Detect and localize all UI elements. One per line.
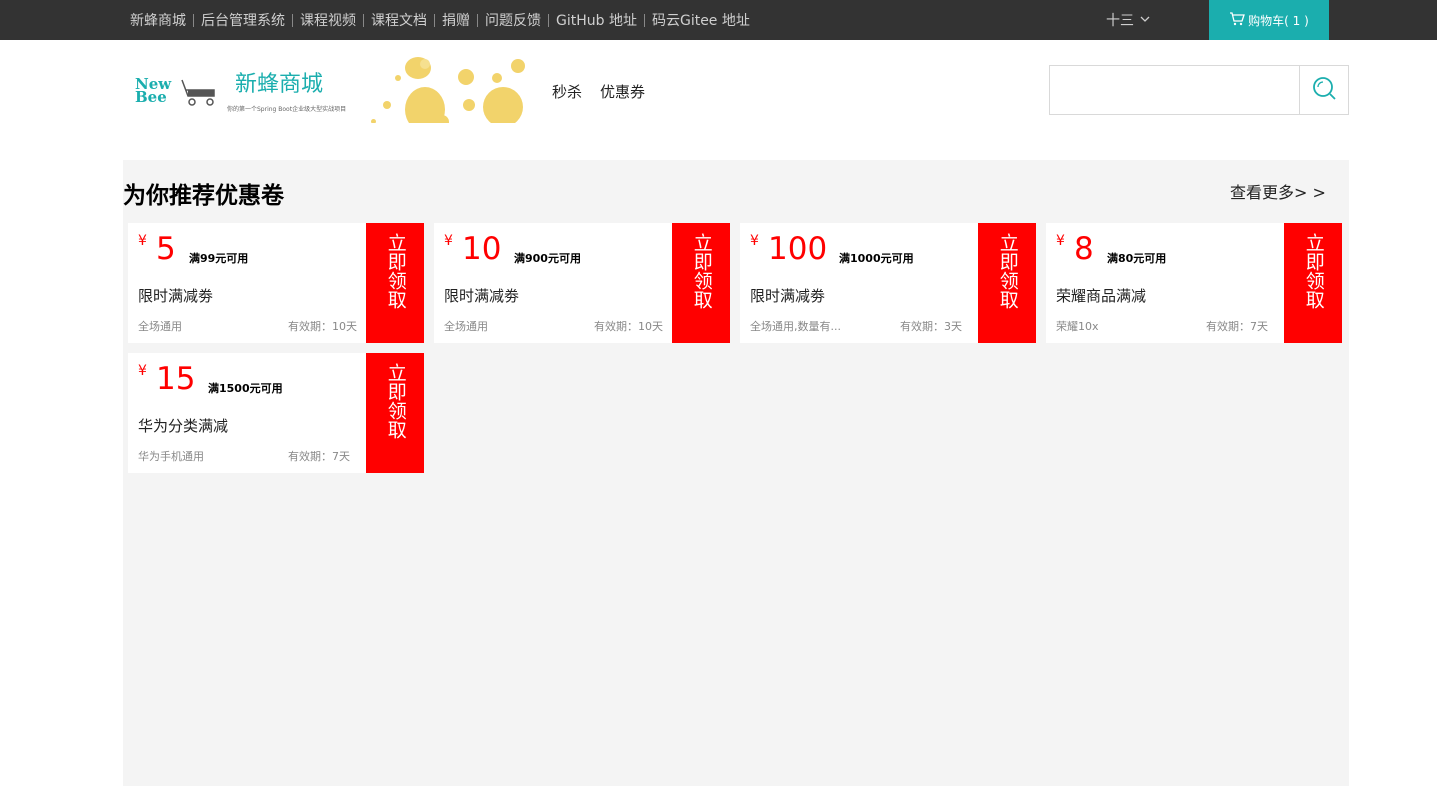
- chevron-down-icon: [1140, 15, 1150, 26]
- currency-symbol: ¥: [138, 363, 147, 379]
- coupon-validity: 有效期：7天: [1206, 320, 1268, 333]
- divider: [434, 13, 435, 27]
- topnav-admin-link[interactable]: 后台管理系统: [201, 10, 285, 30]
- coupon-scope: 全场通用: [138, 320, 182, 333]
- cart-icon: [1229, 11, 1248, 29]
- divider: [477, 13, 478, 27]
- coupon-scope: 全场通用,数量有...: [750, 320, 841, 333]
- coupon-scope: 华为手机通用: [138, 450, 204, 463]
- coupon-card: ¥ 100 满1000元可用 限时满减劵 全场通用,数量有... 有效期：3天 …: [740, 223, 1036, 343]
- divider: [363, 13, 364, 27]
- divider: [548, 13, 549, 27]
- section-title: 为你推荐优惠卷: [123, 183, 284, 209]
- divider: [193, 13, 194, 27]
- topnav-github-link[interactable]: GitHub 地址: [556, 10, 637, 30]
- currency-symbol: ¥: [444, 233, 453, 249]
- coupon-amount: 15: [156, 361, 196, 397]
- coupon-condition: 满1500元可用: [208, 382, 283, 395]
- top-nav: 新蜂商城 后台管理系统 课程视频 课程文档 捐赠 问题反馈 GitHub 地址 …: [130, 0, 750, 40]
- claim-button[interactable]: 立即领取: [366, 223, 424, 343]
- logo-mark-line-2: Bee: [135, 88, 167, 106]
- brand-name: 新蜂商城: [235, 72, 324, 97]
- topnav-gitee-link[interactable]: 码云Gitee 地址: [652, 10, 750, 30]
- top-bar: 新蜂商城 后台管理系统 课程视频 课程文档 捐赠 问题反馈 GitHub 地址 …: [0, 0, 1437, 40]
- divider: [292, 13, 293, 27]
- coupon-name: 荣耀商品满减: [1056, 287, 1147, 305]
- view-more-link[interactable]: 查看更多> >: [1230, 179, 1326, 203]
- coupon-amount: 10: [462, 231, 502, 267]
- coupon-name: 华为分类满减: [138, 417, 229, 435]
- currency-symbol: ¥: [138, 233, 147, 249]
- coupon-condition: 满1000元可用: [839, 252, 914, 265]
- logo-cart-icon: [180, 78, 218, 112]
- coupon-amount: 8: [1074, 231, 1094, 267]
- claim-button[interactable]: 立即领取: [672, 223, 730, 343]
- brand-slogan: 你的第一个Spring Boot企业级大型实战项目: [227, 106, 347, 113]
- claim-button[interactable]: 立即领取: [1284, 223, 1342, 343]
- coupon-validity: 有效期：3天: [900, 320, 962, 333]
- currency-symbol: ¥: [1056, 233, 1065, 249]
- claim-button[interactable]: 立即领取: [366, 353, 424, 473]
- coupon-scope: 荣耀10x: [1056, 320, 1099, 333]
- nav-coupons[interactable]: 优惠券: [600, 81, 645, 102]
- logo-mark: New Bee: [135, 77, 171, 106]
- topnav-donate-link[interactable]: 捐赠: [442, 10, 470, 30]
- coins-decoration: [365, 57, 530, 123]
- coupon-validity: 有效期：10天: [594, 320, 663, 333]
- coupon-card: ¥ 15 满1500元可用 华为分类满减 华为手机通用 有效期：7天 立即领取: [128, 353, 424, 473]
- coupon-name: 限时满减劵: [444, 287, 520, 305]
- divider: [643, 13, 645, 27]
- topnav-docs-link[interactable]: 课程文档: [371, 10, 427, 30]
- nav-seckill[interactable]: 秒杀: [552, 81, 582, 102]
- search-icon: [1311, 75, 1337, 105]
- coupon-validity: 有效期：7天: [288, 450, 350, 463]
- coupon-scope: 全场通用: [444, 320, 488, 333]
- coupon-card: ¥ 5 满99元可用 限时满减劵 全场通用 有效期：10天 立即领取: [128, 223, 424, 343]
- coupon-name: 限时满减劵: [750, 287, 826, 305]
- coupon-name: 限时满减劵: [138, 287, 214, 305]
- topnav-videos-link[interactable]: 课程视频: [300, 10, 356, 30]
- coupon-condition: 满99元可用: [189, 252, 249, 265]
- header-nav: 秒杀 优惠券: [552, 81, 663, 102]
- search-button[interactable]: [1299, 65, 1349, 115]
- currency-symbol: ¥: [750, 233, 759, 249]
- coupon-validity: 有效期：10天: [288, 320, 357, 333]
- topnav-home-link[interactable]: 新蜂商城: [130, 10, 186, 30]
- user-menu[interactable]: 十三: [1106, 0, 1150, 40]
- coupon-card: ¥ 10 满900元可用 限时满减劵 全场通用 有效期：10天 立即领取: [434, 223, 730, 343]
- coupon-condition: 满900元可用: [514, 252, 581, 265]
- user-name: 十三: [1106, 13, 1134, 29]
- cart-button[interactable]: 购物车( 1 ): [1209, 0, 1329, 40]
- coupon-section: 为你推荐优惠卷 查看更多> > ¥ 5 满99元可用 限时满减劵 全场通用 有效…: [123, 160, 1349, 786]
- claim-button[interactable]: 立即领取: [978, 223, 1036, 343]
- coupon-condition: 满80元可用: [1107, 252, 1167, 265]
- site-logo[interactable]: New Bee 新蜂商城 你的第一个Spring Boot企业级大型实战项目: [135, 68, 350, 118]
- search-input[interactable]: [1049, 65, 1300, 115]
- topnav-feedback-link[interactable]: 问题反馈: [485, 10, 541, 30]
- coupon-card: ¥ 8 满80元可用 荣耀商品满减 荣耀10x 有效期：7天 立即领取: [1046, 223, 1342, 343]
- coupon-amount: 5: [156, 231, 176, 267]
- coupon-amount: 100: [768, 231, 828, 267]
- cart-label: 购物车( 1 ): [1248, 13, 1309, 28]
